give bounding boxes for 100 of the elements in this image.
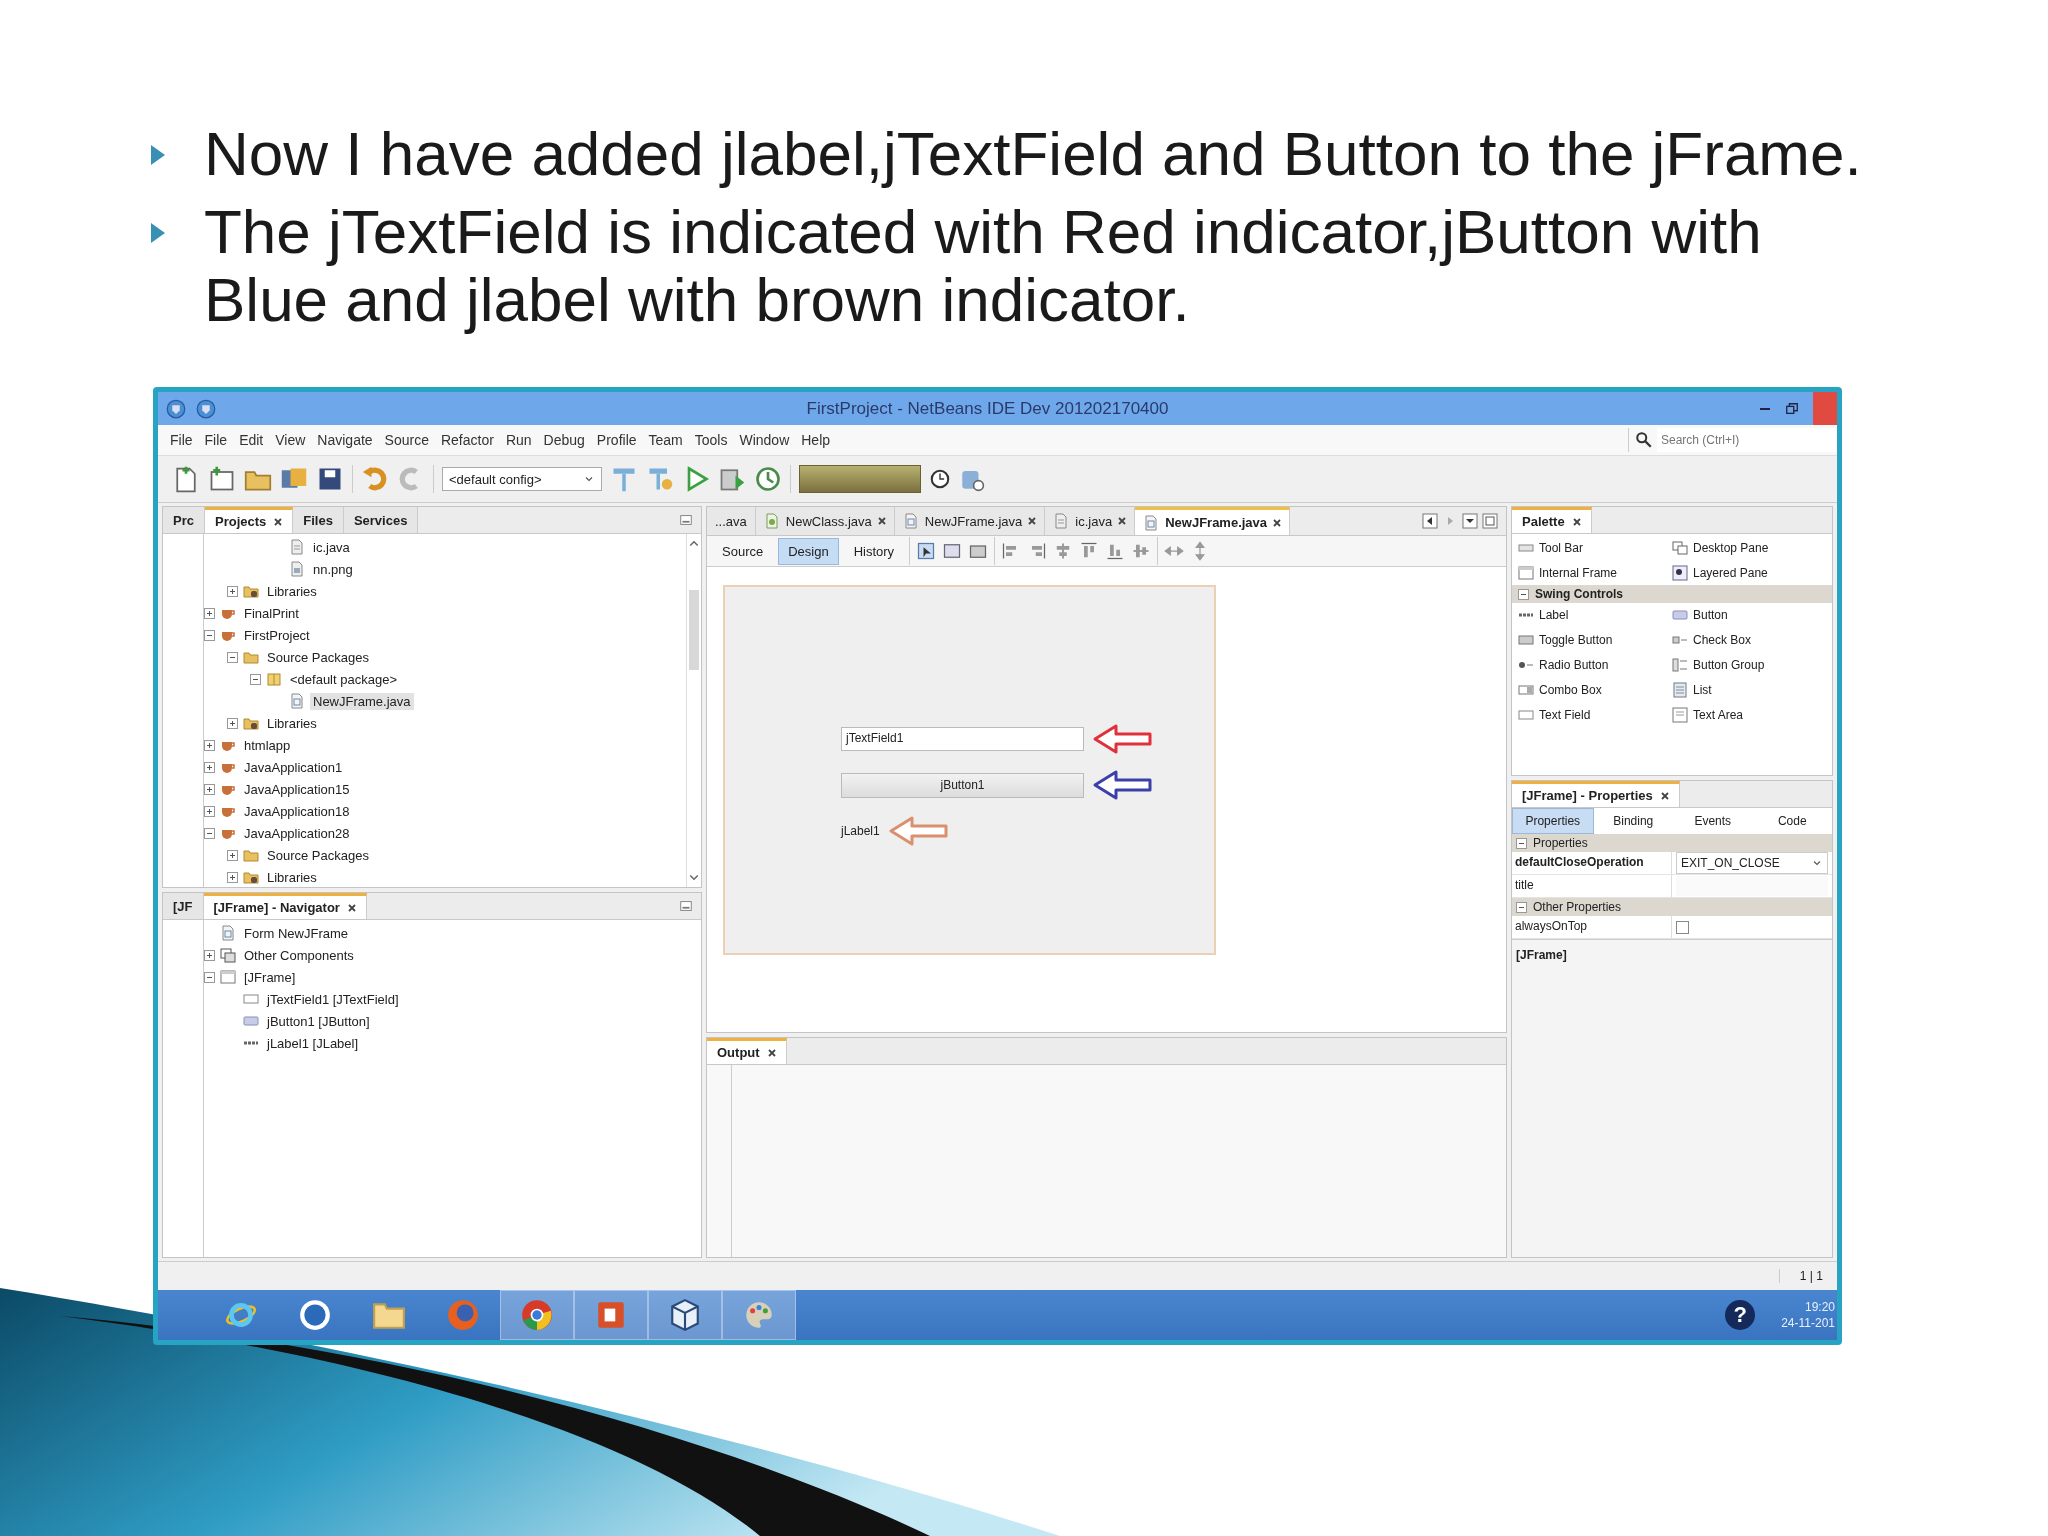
- menu-item[interactable]: Window: [733, 432, 796, 448]
- tree-item[interactable]: jLabel1 [JLabel]: [264, 1034, 362, 1052]
- collapse-icon[interactable]: [1518, 588, 1529, 600]
- close-icon[interactable]: [347, 903, 356, 912]
- close-icon[interactable]: [877, 517, 886, 525]
- menu-item[interactable]: File: [198, 432, 234, 448]
- collapse-icon[interactable]: [204, 827, 215, 839]
- panel-tab[interactable]: [JF: [163, 893, 204, 919]
- tree-item[interactable]: [JFrame]: [241, 968, 299, 986]
- palette-item[interactable]: Layered Pane: [1693, 566, 1768, 580]
- panel-tab[interactable]: Output: [707, 1038, 787, 1064]
- close-icon[interactable]: [274, 517, 283, 526]
- property-field[interactable]: [1676, 876, 1828, 896]
- close-icon[interactable]: [1028, 517, 1037, 525]
- palette-item[interactable]: Tool Bar: [1539, 541, 1584, 555]
- tree-item[interactable]: JavaApplication28: [241, 824, 353, 842]
- close-icon[interactable]: [1273, 518, 1282, 527]
- tree-item[interactable]: JavaApplication18: [241, 802, 353, 820]
- search-field[interactable]: Search (Ctrl+I): [1657, 428, 1837, 452]
- help-icon[interactable]: ?: [1725, 1300, 1756, 1330]
- palette-item[interactable]: Button: [1693, 608, 1728, 622]
- palette-item[interactable]: Combo Box: [1539, 683, 1602, 697]
- close-icon[interactable]: [1118, 517, 1127, 525]
- property-group[interactable]: Other Properties: [1512, 898, 1832, 916]
- tree-item[interactable]: Libraries: [264, 714, 320, 732]
- collapse-icon[interactable]: [250, 673, 261, 685]
- category-header[interactable]: Swing Controls: [1512, 585, 1832, 603]
- expand-icon[interactable]: [204, 607, 215, 619]
- expand-icon[interactable]: [204, 783, 215, 795]
- tree-item[interactable]: ic.java: [310, 538, 353, 556]
- collapse-icon[interactable]: [227, 651, 238, 663]
- taskbar-app[interactable]: [648, 1290, 722, 1340]
- properties-tab[interactable]: Events: [1673, 808, 1753, 834]
- expand-icon[interactable]: [204, 739, 215, 751]
- view-tab[interactable]: Source: [713, 538, 773, 564]
- panel-tab[interactable]: Services: [343, 507, 419, 533]
- menu-item[interactable]: Navigate: [311, 432, 379, 448]
- properties-tab[interactable]: Binding: [1593, 808, 1673, 834]
- tree-item[interactable]: FirstProject: [241, 626, 313, 644]
- tree-item[interactable]: Form NewJFrame: [241, 924, 351, 942]
- collapse-icon[interactable]: [1516, 901, 1527, 913]
- menu-item[interactable]: Run: [499, 432, 538, 448]
- menu-item[interactable]: Edit: [233, 432, 270, 448]
- view-tab[interactable]: Design: [778, 537, 839, 565]
- tree-item[interactable]: <default package>: [287, 670, 400, 688]
- menu-item[interactable]: File: [164, 432, 199, 448]
- palette-item[interactable]: Desktop Pane: [1693, 541, 1769, 555]
- palette-item[interactable]: Text Field: [1539, 708, 1591, 722]
- tree-item[interactable]: JavaApplication1: [241, 758, 346, 776]
- checkbox[interactable]: [1676, 920, 1689, 934]
- editor-tab[interactable]: NewJFrame.java: [1135, 507, 1291, 535]
- editor-tab[interactable]: NewJFrame.java: [894, 507, 1046, 535]
- properties-tab[interactable]: Properties: [1512, 808, 1594, 834]
- palette-item[interactable]: Radio Button: [1539, 658, 1609, 672]
- palette-item[interactable]: Label: [1539, 608, 1569, 622]
- view-tab[interactable]: History: [844, 538, 904, 564]
- expand-icon[interactable]: [227, 585, 238, 597]
- properties-tab[interactable]: Code: [1752, 808, 1832, 834]
- collapse-icon[interactable]: [204, 629, 215, 641]
- close-icon[interactable]: [1572, 517, 1581, 526]
- editor-tab[interactable]: ...ava: [707, 507, 756, 535]
- tree-item[interactable]: Libraries: [264, 582, 320, 600]
- close-icon[interactable]: [767, 1048, 776, 1057]
- collapse-icon[interactable]: [1516, 837, 1527, 849]
- palette-item[interactable]: Text Area: [1693, 708, 1744, 722]
- tree-item[interactable]: JavaApplication15: [241, 780, 353, 798]
- expand-icon[interactable]: [227, 849, 238, 861]
- tree-item[interactable]: Libraries: [264, 868, 320, 886]
- tree-item[interactable]: jButton1 [JButton]: [264, 1012, 373, 1030]
- expand-icon[interactable]: [227, 871, 238, 883]
- tree-item[interactable]: NewJFrame.java: [310, 692, 414, 710]
- config-dropdown[interactable]: <default config>: [442, 467, 602, 491]
- palette-item[interactable]: List: [1693, 683, 1712, 697]
- expand-icon[interactable]: [227, 717, 238, 729]
- tree-item[interactable]: Other Components: [241, 946, 357, 964]
- expand-icon[interactable]: [204, 949, 215, 961]
- panel-tab[interactable]: [JFrame] - Navigator: [203, 893, 367, 919]
- palette-item[interactable]: Button Group: [1693, 658, 1765, 672]
- panel-tab[interactable]: Prc: [163, 507, 205, 533]
- panel-tab[interactable]: [JFrame] - Properties: [1512, 781, 1680, 807]
- tree-item[interactable]: Source Packages: [264, 648, 372, 666]
- menu-item[interactable]: Team: [642, 432, 689, 448]
- menu-item[interactable]: View: [269, 432, 312, 448]
- tree-item[interactable]: htmlapp: [241, 736, 294, 754]
- menu-item[interactable]: Tools: [688, 432, 734, 448]
- editor-tab[interactable]: NewClass.java: [755, 507, 895, 535]
- menu-item[interactable]: Help: [795, 432, 837, 448]
- expand-icon[interactable]: [204, 761, 215, 773]
- tree-item[interactable]: jTextField1 [JTextField]: [264, 990, 402, 1008]
- menu-item[interactable]: Debug: [537, 432, 591, 448]
- memory-meter[interactable]: [799, 465, 921, 493]
- tree-item[interactable]: Source Packages: [264, 846, 372, 864]
- collapse-icon[interactable]: [204, 971, 215, 983]
- text-field[interactable]: jTextField1: [841, 727, 1084, 751]
- scroll-thumb[interactable]: [689, 590, 699, 670]
- menu-item[interactable]: Profile: [590, 432, 643, 448]
- panel-tab[interactable]: Files: [293, 507, 344, 533]
- expand-icon[interactable]: [204, 805, 215, 817]
- menu-item[interactable]: Source: [378, 432, 435, 448]
- editor-tab[interactable]: ic.java: [1045, 507, 1136, 535]
